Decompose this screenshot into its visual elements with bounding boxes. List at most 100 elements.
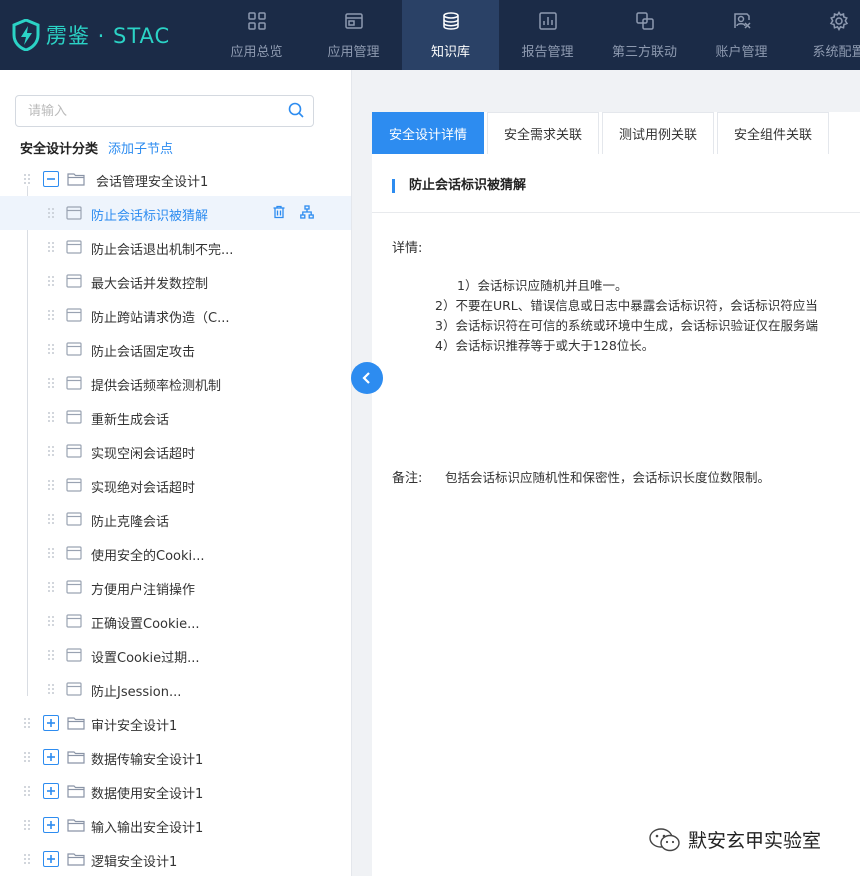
tree-node-child[interactable]: 设置Cookie过期... bbox=[0, 638, 351, 672]
folder-icon bbox=[67, 852, 85, 870]
tree-node-child[interactable]: 最大会话并发数控制 bbox=[0, 264, 351, 298]
document-icon bbox=[66, 308, 82, 326]
detail-tabs: 安全设计详情 安全需求关联 测试用例关联 安全组件关联 bbox=[372, 112, 832, 154]
document-icon bbox=[66, 410, 82, 428]
tree-node-child[interactable]: 防止克隆会话 bbox=[0, 502, 351, 536]
tab-0[interactable]: 安全设计详情 bbox=[372, 112, 485, 154]
delete-icon[interactable] bbox=[272, 205, 286, 223]
note-label: 备注: bbox=[392, 471, 423, 486]
tree-node-child[interactable]: 正确设置Cookie... bbox=[0, 604, 351, 638]
tree-node-root[interactable]: 输入输出安全设计1 bbox=[0, 808, 351, 842]
detail-line: 1）会话标识应随机并且唯一。 bbox=[457, 278, 628, 293]
search-icon[interactable] bbox=[288, 102, 305, 123]
tree-node-child[interactable]: 实现绝对会话超时 bbox=[0, 468, 351, 502]
expand-toggle-icon[interactable] bbox=[43, 715, 59, 731]
drag-handle-icon[interactable] bbox=[47, 377, 55, 389]
nav-item-4[interactable]: 第三方联动 bbox=[596, 0, 693, 70]
tree-node-child[interactable]: 方便用户注销操作 bbox=[0, 570, 351, 604]
drag-handle-icon[interactable] bbox=[23, 785, 31, 797]
tree-node-label: 会话管理安全设计1 bbox=[96, 175, 209, 190]
tree-node-label: 数据传输安全设计1 bbox=[91, 753, 204, 768]
document-icon bbox=[66, 240, 82, 258]
shield-bolt-icon bbox=[12, 19, 40, 51]
tree-node-label: 逻辑安全设计1 bbox=[91, 855, 178, 870]
document-icon bbox=[66, 512, 82, 530]
nav-item-5[interactable]: 账户管理 bbox=[693, 0, 790, 70]
drag-handle-icon[interactable] bbox=[47, 615, 55, 627]
add-subnode-icon[interactable] bbox=[300, 205, 314, 223]
tree-node-child[interactable]: 防止跨站请求伪造（C... bbox=[0, 298, 351, 332]
drag-handle-icon[interactable] bbox=[47, 309, 55, 321]
app-logo[interactable]: 雳鉴 · STAC bbox=[12, 18, 170, 52]
tree-node-child[interactable]: 防止会话退出机制不完... bbox=[0, 230, 351, 264]
add-child-node-link[interactable]: 添加子节点 bbox=[108, 142, 173, 157]
drag-handle-icon[interactable] bbox=[47, 683, 55, 695]
collapse-toggle-icon[interactable] bbox=[43, 171, 59, 187]
expand-toggle-icon[interactable] bbox=[43, 749, 59, 765]
tree-node-root[interactable]: 数据使用安全设计1 bbox=[0, 774, 351, 808]
tree-node-label: 最大会话并发数控制 bbox=[91, 277, 209, 292]
tree-node-root[interactable]: 逻辑安全设计1 bbox=[0, 842, 351, 876]
divider bbox=[372, 212, 860, 213]
drag-handle-icon[interactable] bbox=[23, 751, 31, 763]
nav-item-label: 第三方联动 bbox=[611, 44, 677, 60]
drag-handle-icon[interactable] bbox=[47, 581, 55, 593]
tree-node-label: 重新生成会话 bbox=[91, 413, 170, 428]
drag-handle-icon[interactable] bbox=[47, 411, 55, 423]
tree-node-child[interactable]: 实现空闲会话超时 bbox=[0, 434, 351, 468]
nav-item-0[interactable]: 应用总览 bbox=[208, 0, 305, 70]
database-icon bbox=[441, 11, 461, 41]
tree-node-root[interactable]: 会话管理安全设计1 bbox=[0, 162, 351, 196]
note-text: 包括会话标识应随机性和保密性，会话标识长度位数限制。 bbox=[445, 470, 771, 485]
wechat-icon bbox=[649, 827, 680, 851]
nav-item-6[interactable]: 系统配置 bbox=[790, 0, 860, 70]
drag-handle-icon[interactable] bbox=[23, 819, 31, 831]
drag-handle-icon[interactable] bbox=[23, 173, 31, 185]
tree-node-root[interactable]: 审计安全设计1 bbox=[0, 706, 351, 740]
nav-item-label: 应用总览 bbox=[230, 44, 283, 60]
drag-handle-icon[interactable] bbox=[47, 445, 55, 457]
drag-handle-icon[interactable] bbox=[47, 649, 55, 661]
tree-node-child[interactable]: 防止会话标识被猜解 bbox=[0, 196, 351, 230]
tree-node-label: 防止Jsession... bbox=[91, 685, 182, 700]
expand-toggle-icon[interactable] bbox=[43, 851, 59, 867]
drag-handle-icon[interactable] bbox=[23, 853, 31, 865]
tree-node-child[interactable]: 防止Jsession... bbox=[0, 672, 351, 706]
tab-3[interactable]: 安全组件关联 bbox=[717, 112, 830, 154]
drag-handle-icon[interactable] bbox=[47, 547, 55, 559]
app-logo-text: 雳鉴 · STAC bbox=[46, 24, 171, 48]
tree-node-root[interactable]: 数据传输安全设计1 bbox=[0, 740, 351, 774]
user-card-icon bbox=[732, 11, 752, 41]
tree-node-label: 防止会话标识被猜解 bbox=[91, 209, 209, 224]
detail-label: 详情: bbox=[392, 241, 423, 256]
tree-node-child[interactable]: 提供会话频率检测机制 bbox=[0, 366, 351, 400]
link-icon bbox=[635, 11, 655, 41]
nav-item-3[interactable]: 报告管理 bbox=[499, 0, 596, 70]
tree-node-child[interactable]: 使用安全的Cooki... bbox=[0, 536, 351, 570]
drag-handle-icon[interactable] bbox=[47, 241, 55, 253]
expand-toggle-icon[interactable] bbox=[43, 817, 59, 833]
grid-icon bbox=[247, 11, 267, 41]
drag-handle-icon[interactable] bbox=[47, 513, 55, 525]
detail-line: 3）会话标识符在可信的系统或环境中生成，会话标识验证仅在服务端 bbox=[435, 318, 818, 333]
watermark-text: 默安玄甲实验室 bbox=[688, 830, 822, 852]
drag-handle-icon[interactable] bbox=[47, 479, 55, 491]
drag-handle-icon[interactable] bbox=[47, 207, 55, 219]
folder-icon bbox=[67, 172, 85, 190]
drag-handle-icon[interactable] bbox=[47, 275, 55, 287]
search-input[interactable] bbox=[16, 96, 276, 126]
tree-node-child[interactable]: 防止会话固定攻击 bbox=[0, 332, 351, 366]
tree-node-label: 防止会话固定攻击 bbox=[91, 345, 196, 360]
nav-item-label: 应用管理 bbox=[327, 44, 380, 60]
nav-item-1[interactable]: 应用管理 bbox=[305, 0, 402, 70]
drag-handle-icon[interactable] bbox=[47, 343, 55, 355]
document-icon bbox=[66, 206, 82, 224]
expand-toggle-icon[interactable] bbox=[43, 783, 59, 799]
tab-2[interactable]: 测试用例关联 bbox=[602, 112, 715, 154]
tab-1[interactable]: 安全需求关联 bbox=[487, 112, 600, 154]
nav-item-2[interactable]: 知识库 bbox=[402, 0, 499, 70]
drag-handle-icon[interactable] bbox=[23, 717, 31, 729]
tree-node-child[interactable]: 重新生成会话 bbox=[0, 400, 351, 434]
collapse-sidebar-button[interactable] bbox=[351, 362, 383, 394]
gear-icon bbox=[829, 10, 849, 41]
